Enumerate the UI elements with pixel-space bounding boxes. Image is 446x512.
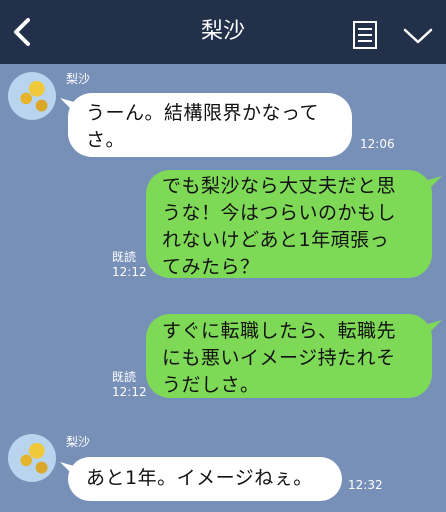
message-line: すぐに転職したら、転職先 bbox=[162, 320, 397, 342]
message-line: てみたら？ bbox=[162, 256, 260, 278]
message-bubble[interactable]: でも梨沙なら大丈夫だと思 うな！今はつらいのかもし れないけどあと1年頑張っ て… bbox=[146, 170, 432, 278]
message-line: うだしさ。 bbox=[162, 374, 260, 396]
message-bubble[interactable]: すぐに転職したら、転職先 にも悪いイメージ持たれそ うだしさ。 bbox=[146, 314, 432, 398]
read-label: 既読 bbox=[112, 370, 137, 384]
chat-header: 梨沙 bbox=[0, 0, 446, 64]
message-line: あと1年。イメージねぇ。 bbox=[86, 467, 313, 489]
chevron-down-icon bbox=[403, 28, 433, 44]
timestamp: 12:12 bbox=[112, 265, 147, 279]
message-bubble[interactable]: あと1年。イメージねぇ。 bbox=[68, 457, 342, 501]
timestamp: 12:06 bbox=[360, 137, 395, 151]
chat-title: 梨沙 bbox=[200, 19, 245, 44]
message-line: でも梨沙なら大丈夫だと思 bbox=[162, 175, 397, 197]
message-line: にも悪いイメージ持たれそ bbox=[162, 347, 396, 369]
avatar[interactable] bbox=[8, 72, 56, 120]
avatar[interactable] bbox=[8, 434, 56, 482]
read-receipt: 既読 12:12 bbox=[112, 370, 147, 400]
expand-button[interactable] bbox=[402, 26, 434, 46]
chevron-left-icon bbox=[14, 18, 30, 46]
read-receipt: 既読 12:12 bbox=[112, 250, 147, 280]
back-button[interactable] bbox=[8, 14, 36, 50]
sender-name: 梨沙 bbox=[66, 72, 91, 86]
message-line: うな！今はつらいのかもし bbox=[162, 202, 397, 224]
sender-name: 梨沙 bbox=[66, 435, 91, 449]
message-line: うーん。結構限界かなって bbox=[86, 102, 320, 124]
message-line: さ。 bbox=[86, 129, 126, 151]
bubble-tail bbox=[428, 320, 442, 334]
timestamp: 12:12 bbox=[112, 385, 147, 399]
menu-button[interactable] bbox=[352, 20, 378, 50]
message-bubble[interactable]: うーん。結構限界かなって さ。 bbox=[68, 93, 352, 157]
document-icon bbox=[353, 21, 377, 49]
read-label: 既読 bbox=[112, 250, 137, 264]
bubble-tail bbox=[428, 176, 442, 190]
timestamp: 12:32 bbox=[348, 478, 383, 492]
message-line: れないけどあと1年頑張っ bbox=[162, 229, 390, 251]
